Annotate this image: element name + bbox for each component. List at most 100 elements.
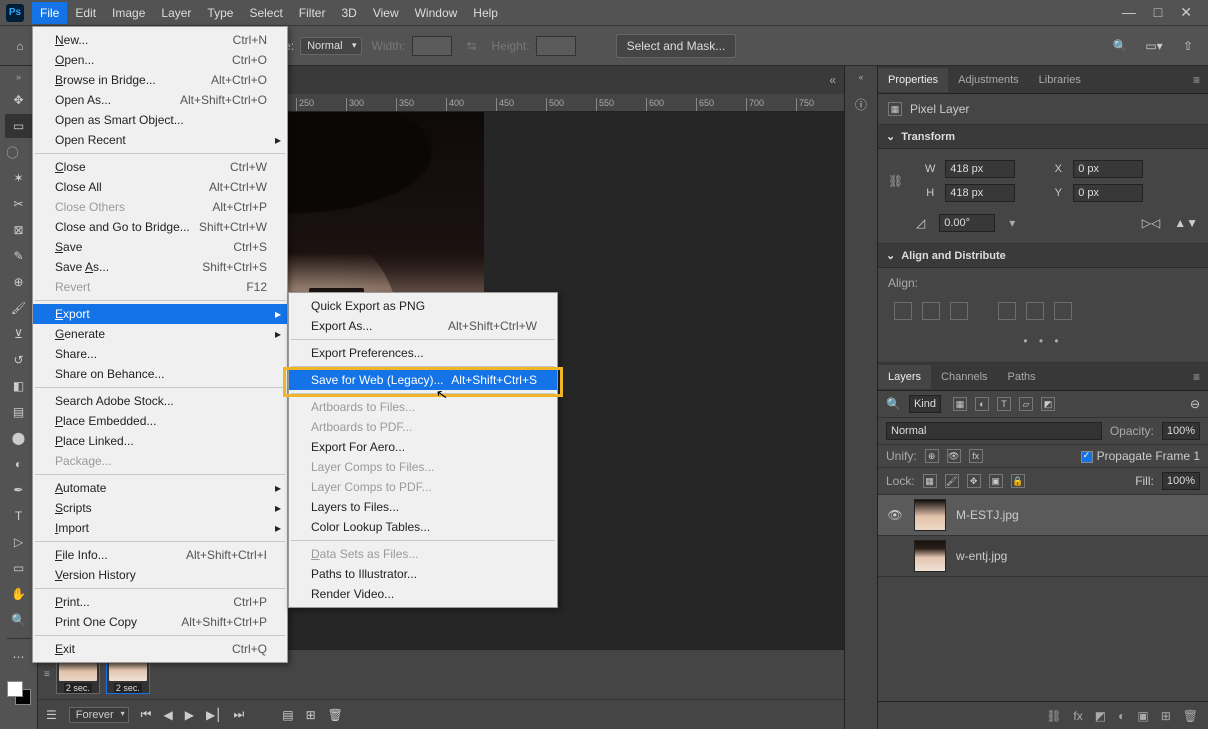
new-layer-icon[interactable]: ⊞ — [1161, 709, 1171, 723]
lock-paint-icon[interactable]: 🖌 — [945, 474, 959, 488]
new-frame-icon[interactable]: ⊞ — [306, 708, 316, 722]
file-menu-item-20[interactable]: Search Adobe Stock... — [33, 391, 287, 411]
export-menu-item-16[interactable]: Paths to Illustrator... — [289, 564, 557, 584]
filter-shape-icon[interactable]: ▱ — [1019, 397, 1033, 411]
move-tool[interactable]: ✥ — [5, 88, 33, 112]
tab-layers[interactable]: Layers — [878, 365, 931, 389]
layer-row-2[interactable]: w-entj.jpg — [878, 536, 1208, 577]
type-tool[interactable]: T — [5, 504, 33, 528]
file-menu-item-17[interactable]: Share... — [33, 344, 287, 364]
blur-tool[interactable]: ⬤ — [5, 426, 33, 450]
group-icon[interactable]: ▣ — [1137, 709, 1148, 723]
share-icon[interactable]: ⇧ — [1178, 36, 1198, 56]
menu-image[interactable]: Image — [104, 2, 153, 24]
lock-pos-icon[interactable]: ✥ — [967, 474, 981, 488]
file-menu-item-8[interactable]: Close AllAlt+Ctrl+W — [33, 177, 287, 197]
align-accordion[interactable]: ⌄Align and Distribute — [878, 244, 1208, 268]
adjustment-icon[interactable]: ◐ — [1118, 709, 1125, 723]
file-menu-item-2[interactable]: Browse in Bridge...Alt+Ctrl+O — [33, 70, 287, 90]
file-menu-item-29[interactable]: File Info...Alt+Shift+Ctrl+I — [33, 545, 287, 565]
flip-h-icon[interactable]: ▷◁ — [1142, 216, 1160, 230]
select-mask-button[interactable]: Select and Mask... — [616, 34, 737, 58]
timeline-menu-icon[interactable]: ☰ — [46, 708, 57, 722]
file-menu-item-4[interactable]: Open as Smart Object... — [33, 110, 287, 130]
dodge-tool[interactable]: ◐ — [5, 452, 33, 476]
unify-pos-icon[interactable]: ⊕ — [925, 449, 939, 463]
last-frame-icon[interactable]: ⏭ — [233, 707, 244, 722]
menu-edit[interactable]: Edit — [67, 2, 104, 24]
lock-nest-icon[interactable]: ▣ — [989, 474, 1003, 488]
menu-view[interactable]: View — [365, 2, 407, 24]
frame-tool[interactable]: ⊠ — [5, 218, 33, 242]
blend-mode-select[interactable]: Normal — [886, 422, 1102, 440]
tab-properties[interactable]: Properties — [878, 68, 948, 92]
workspace-icon[interactable]: ▭▾ — [1144, 36, 1164, 56]
propagate-checkbox[interactable] — [1081, 451, 1093, 463]
align-bottom-icon[interactable] — [1054, 302, 1072, 320]
file-menu-item-32[interactable]: Print...Ctrl+P — [33, 592, 287, 612]
export-menu-item-5[interactable]: Save for Web (Legacy)...Alt+Shift+Ctrl+S — [289, 370, 557, 390]
filter-adjust-icon[interactable]: ◐ — [975, 397, 989, 411]
prev-frame-icon[interactable]: ◀ — [163, 708, 172, 722]
file-menu-item-27[interactable]: Import▸ — [33, 518, 287, 538]
menu-help[interactable]: Help — [465, 2, 506, 24]
export-menu-item-12[interactable]: Layers to Files... — [289, 497, 557, 517]
play-icon[interactable]: ▶ — [185, 708, 194, 722]
file-menu-item-7[interactable]: CloseCtrl+W — [33, 157, 287, 177]
unify-vis-icon[interactable]: 👁 — [947, 449, 961, 463]
fill-value[interactable]: 100% — [1162, 472, 1200, 490]
lock-all-icon[interactable]: 🔒 — [1011, 474, 1025, 488]
maximize-icon[interactable]: □ — [1154, 4, 1162, 21]
eyedropper-tool[interactable]: ✎ — [5, 244, 33, 268]
quick-select-tool[interactable]: ✶ — [5, 166, 33, 190]
layer-row-1[interactable]: 👁 M-ESTJ.jpg — [878, 495, 1208, 536]
file-menu-item-33[interactable]: Print One CopyAlt+Shift+Ctrl+P — [33, 612, 287, 632]
shape-tool[interactable]: ▭ — [5, 556, 33, 580]
file-menu-item-5[interactable]: Open Recent▸ — [33, 130, 287, 150]
stamp-tool[interactable]: ⊻ — [5, 322, 33, 346]
export-menu-item-17[interactable]: Render Video... — [289, 584, 557, 604]
history-brush-tool[interactable]: ↺ — [5, 348, 33, 372]
tab-adjustments[interactable]: Adjustments — [948, 68, 1029, 92]
x-field[interactable]: 0 px — [1073, 160, 1143, 178]
style-select[interactable]: Normal — [300, 37, 361, 55]
color-swatches[interactable] — [7, 681, 31, 705]
marquee-tool[interactable]: ▭ — [5, 114, 33, 138]
filter-pixel-icon[interactable]: ▦ — [953, 397, 967, 411]
more-options-icon[interactable]: • • • — [888, 328, 1198, 354]
pen-tool[interactable]: ✒ — [5, 478, 33, 502]
flip-v-icon[interactable]: ▲▼ — [1174, 216, 1198, 230]
opacity-value[interactable]: 100% — [1162, 422, 1200, 440]
first-frame-icon[interactable]: ⏮ — [141, 707, 152, 722]
file-menu-item-35[interactable]: ExitCtrl+Q — [33, 639, 287, 659]
layers-menu-icon[interactable]: ≡ — [1185, 370, 1208, 384]
menu-select[interactable]: Select — [241, 2, 290, 24]
width-field[interactable]: 418 px — [945, 160, 1015, 178]
delete-frame-icon[interactable]: 🗑 — [328, 708, 343, 722]
link-wh-icon[interactable]: ⛓ — [888, 174, 903, 188]
hand-tool[interactable]: ✋ — [5, 582, 33, 606]
tab-paths[interactable]: Paths — [998, 365, 1046, 389]
file-menu-item-1[interactable]: Open...Ctrl+O — [33, 50, 287, 70]
menu-type[interactable]: Type — [199, 2, 241, 24]
export-menu-item-9[interactable]: Export For Aero... — [289, 437, 557, 457]
menu-filter[interactable]: Filter — [291, 2, 334, 24]
export-menu-item-0[interactable]: Quick Export as PNG — [289, 296, 557, 316]
tab-channels[interactable]: Channels — [931, 365, 997, 389]
next-frame-icon[interactable]: ▶⎮ — [206, 708, 221, 722]
heal-tool[interactable]: ⊕ — [5, 270, 33, 294]
menu-layer[interactable]: Layer — [153, 2, 199, 24]
angle-field[interactable]: 0.00° — [939, 214, 995, 232]
file-menu-item-26[interactable]: Scripts▸ — [33, 498, 287, 518]
close-icon[interactable]: ✕ — [1180, 4, 1192, 21]
y-field[interactable]: 0 px — [1073, 184, 1143, 202]
zoom-tool[interactable]: 🔍 — [5, 608, 33, 632]
filter-smart-icon[interactable]: ◩ — [1041, 397, 1055, 411]
file-menu-item-10[interactable]: Close and Go to Bridge...Shift+Ctrl+W — [33, 217, 287, 237]
brush-tool[interactable]: 🖌 — [5, 296, 33, 320]
file-menu-item-18[interactable]: Share on Behance... — [33, 364, 287, 384]
crop-tool[interactable]: ✂ — [5, 192, 33, 216]
menu-3d[interactable]: 3D — [333, 2, 364, 24]
export-menu-item-3[interactable]: Export Preferences... — [289, 343, 557, 363]
file-menu-item-16[interactable]: Generate▸ — [33, 324, 287, 344]
